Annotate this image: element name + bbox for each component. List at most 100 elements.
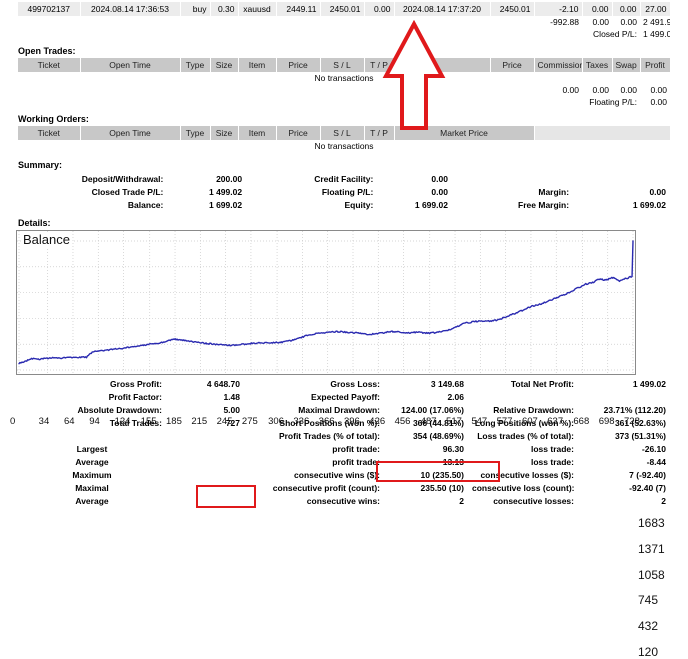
x-tick-label: 396 xyxy=(343,416,360,427)
details-row: Gross Profit: 4 648.70 Gross Loss: 3 149.68… xyxy=(18,377,670,390)
open-trades-title: Open Trades: xyxy=(18,46,76,56)
details-label: consecutive losses ($): xyxy=(480,469,574,480)
x-tick-label: 637 xyxy=(547,416,564,427)
details-label: consecutive losses: xyxy=(493,495,574,506)
cell-sl: 2450.01 xyxy=(320,2,365,16)
summary-label: Margin: xyxy=(538,186,570,197)
details-label: consecutive profit (count): xyxy=(272,482,380,493)
col-type: Type xyxy=(180,126,211,140)
summary-label: Credit Facility: xyxy=(314,173,374,184)
details-value xyxy=(166,481,244,494)
details-label: Expected Payoff: xyxy=(311,391,380,402)
x-tick-label: 698 xyxy=(598,416,615,427)
details-grid: Gross Profit: 4 648.70 Gross Loss: 3 149.68… xyxy=(18,377,670,507)
trading-report-page: 499702137 2024.08.14 17:36:53 buy 0.30 x… xyxy=(0,2,688,658)
chart-canvas xyxy=(17,231,635,374)
details-value: 10 (235.50) xyxy=(420,469,464,480)
cell-swap: 0.00 xyxy=(612,2,641,16)
floating-pl-row: Floating P/L: 0.00 xyxy=(18,96,670,108)
details-value: 235.50 (10) xyxy=(420,482,464,493)
x-tick-label: 607 xyxy=(521,416,538,427)
closed-pl-value: 1 499.02 xyxy=(643,29,670,39)
col-blank xyxy=(394,58,491,72)
cell-size: 0.30 xyxy=(210,2,239,16)
details-label: consecutive loss (count): xyxy=(472,482,575,493)
details-value: -92.40 (7) xyxy=(629,482,666,493)
x-tick-label: 275 xyxy=(241,416,258,427)
details-label: Total Net Profit: xyxy=(510,378,574,389)
cell-profit: 27.00 xyxy=(640,2,671,16)
x-tick-label: 34 xyxy=(38,416,50,427)
details-value xyxy=(166,494,244,507)
details-label: consecutive wins: xyxy=(306,495,380,506)
chart-gridlines xyxy=(17,231,635,374)
details-value: -26.10 xyxy=(641,443,666,454)
details-label: Maximum xyxy=(72,469,112,480)
col-commission: Commission xyxy=(534,58,583,72)
x-tick-label: 336 xyxy=(293,416,310,427)
cell-type: buy xyxy=(180,2,211,16)
summary-row: Deposit/Withdrawal: 200.00 Credit Facili… xyxy=(18,172,670,185)
summary-title: Summary: xyxy=(18,160,63,170)
working-orders-header: Ticket Open Time Type Size Item Price S … xyxy=(18,126,670,140)
summary-value xyxy=(573,172,670,185)
summary-value: 0.00 xyxy=(431,186,448,197)
col-sl: S / L xyxy=(320,126,365,140)
open-trades-totals-row: 0.00 0.00 0.00 0.00 xyxy=(18,84,670,96)
closed-pl-row: Closed P/L: 1 499.02 xyxy=(18,28,670,40)
x-tick-label: 245 xyxy=(216,416,233,427)
details-label: Gross Profit: xyxy=(110,378,162,389)
summary-label: Floating P/L: xyxy=(321,186,374,197)
details-value: 5.00 xyxy=(223,404,240,415)
x-tick-label: 456 xyxy=(394,416,411,427)
y-tick-label: 432 xyxy=(638,619,659,634)
x-tick-label: 155 xyxy=(140,416,157,427)
details-row: Largest profit trade: 96.30 loss trade: -26.… xyxy=(18,442,670,455)
x-tick-label: 487 xyxy=(420,416,437,427)
details-row: Average consecutive wins: 2 consecutive los… xyxy=(18,494,670,507)
details-label xyxy=(468,390,578,403)
details-value: 4 648.70 xyxy=(206,378,240,389)
details-row: Absolute Drawdown: 5.00 Maximal Drawdown: 1… xyxy=(18,403,670,416)
details-label: Gross Loss: xyxy=(330,378,380,389)
cell-item: xauusd xyxy=(238,2,277,16)
summary-value: 1 699.02 xyxy=(208,199,243,210)
summary-label: Free Margin: xyxy=(518,199,570,210)
x-tick-label: 94 xyxy=(89,416,100,427)
cell-taxes: 0.00 xyxy=(582,2,613,16)
col-ticket: Ticket xyxy=(18,58,81,72)
details-label: Absolute Drawdown: xyxy=(77,404,162,415)
closed-transactions-table: 499702137 2024.08.14 17:36:53 buy 0.30 x… xyxy=(18,2,671,40)
details-label: Loss trades (% of total): xyxy=(477,430,574,441)
summary-label xyxy=(452,172,573,185)
col-tp: T / P xyxy=(364,126,395,140)
details-title: Details: xyxy=(18,218,51,228)
x-tick-label: 306 xyxy=(268,416,284,427)
details-value: -8.44 xyxy=(646,456,666,467)
floating-pl-label: Floating P/L: xyxy=(589,97,637,107)
x-tick-label: 426 xyxy=(369,416,386,427)
balance-chart: Balance xyxy=(16,230,636,375)
cell-tp: 0.00 xyxy=(364,2,395,16)
cell-close-price: 2450.01 xyxy=(490,2,535,16)
details-value: 96.30 xyxy=(442,443,464,454)
table-row[interactable]: 499702137 2024.08.14 17:36:53 buy 0.30 x… xyxy=(18,2,671,16)
col-blank xyxy=(534,126,670,140)
details-value: 373 (51.31%) xyxy=(614,430,666,441)
details-label: loss trade: xyxy=(531,443,574,454)
x-tick-label: 668 xyxy=(573,416,590,427)
y-tick-label: 120 xyxy=(638,645,659,659)
total-profit: 2 491.90 xyxy=(643,17,670,27)
open-trades-header: Ticket Open Time Type Size Item Price S … xyxy=(18,58,671,72)
col-tp: T / P xyxy=(364,58,395,72)
cell-price: 2449.11 xyxy=(276,2,321,16)
details-value xyxy=(166,429,244,442)
details-label: loss trade: xyxy=(531,456,574,467)
x-tick-label: 728 xyxy=(624,416,640,427)
summary-label: Deposit/Withdrawal: xyxy=(81,173,164,184)
open-trades-no-transactions: No transactions xyxy=(314,73,374,83)
summary-value: 0.00 xyxy=(431,173,448,184)
summary-value: 1 499.02 xyxy=(208,186,243,197)
summary-row: Balance: 1 699.02 Equity: 1 699.02 Free … xyxy=(18,198,670,211)
summary-grid: Deposit/Withdrawal: 200.00 Credit Facili… xyxy=(18,172,670,211)
